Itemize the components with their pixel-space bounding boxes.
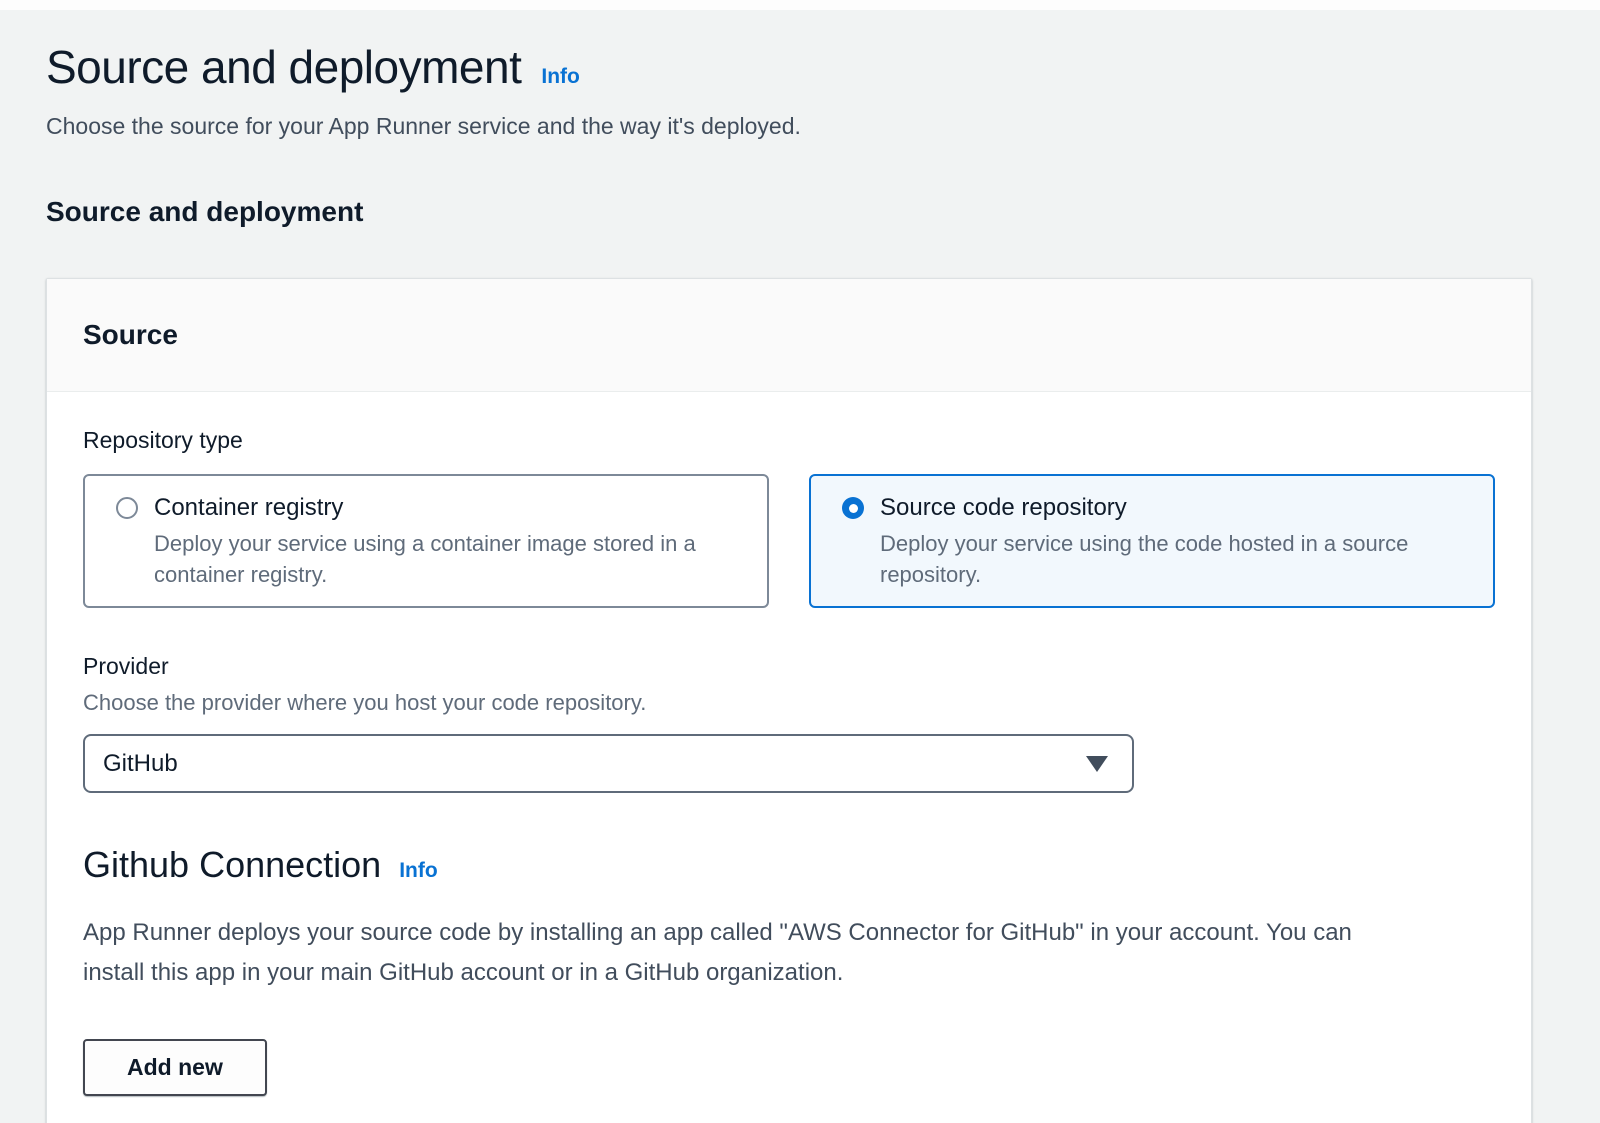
tile-description: Deploy your service using the code hoste… — [880, 528, 1408, 590]
tile-source-code-repository-text: Source code repository Deploy your servi… — [880, 492, 1408, 590]
provider-select[interactable]: GitHub — [83, 734, 1134, 793]
tile-description-line: repository. — [880, 559, 1408, 590]
provider-hint: Choose the provider where you host your … — [83, 688, 1495, 718]
page-content: Source and deployment Info Choose the so… — [0, 10, 1600, 1123]
tile-label: Container registry — [154, 492, 696, 523]
section-heading: Source and deployment — [46, 194, 1532, 230]
tile-description-line: container registry. — [154, 559, 696, 590]
provider-label: Provider — [83, 652, 1495, 680]
provider-select-value: GitHub — [103, 750, 178, 778]
page-title: Source and deployment — [46, 40, 521, 94]
add-new-button[interactable]: Add new — [83, 1039, 267, 1096]
tile-description-line: Deploy your service using a container im… — [154, 528, 696, 559]
radio-selected-icon[interactable] — [842, 497, 864, 519]
tile-description: Deploy your service using a container im… — [154, 528, 696, 590]
page-header: Source and deployment Info — [46, 40, 1532, 94]
source-card-body: Repository type Container registry Deplo… — [47, 392, 1531, 1123]
repository-type-tiles: Container registry Deploy your service u… — [83, 474, 1495, 608]
caret-down-icon — [1086, 756, 1108, 772]
tile-label: Source code repository — [880, 492, 1408, 523]
app-runner-source-page: Source and deployment Info Choose the so… — [0, 0, 1600, 1123]
repository-type-label: Repository type — [83, 426, 1495, 454]
provider-field: Provider Choose the provider where you h… — [83, 652, 1495, 793]
source-card: Source Repository type Container registr… — [46, 278, 1532, 1123]
github-connection-heading: Github Connection — [83, 843, 381, 887]
source-card-header: Source — [47, 279, 1531, 392]
github-connection-description-line: App Runner deploys your source code by i… — [83, 913, 1495, 953]
top-strip — [0, 0, 1600, 10]
source-card-title: Source — [83, 317, 1495, 353]
github-connection-info-link[interactable]: Info — [399, 859, 437, 883]
tile-source-code-repository[interactable]: Source code repository Deploy your servi… — [809, 474, 1495, 608]
page-description: Choose the source for your App Runner se… — [46, 110, 1532, 142]
page-title-info-link[interactable]: Info — [541, 65, 579, 89]
github-connection-description: App Runner deploys your source code by i… — [83, 913, 1495, 993]
github-connection-header: Github Connection Info — [83, 843, 1495, 887]
tile-description-line: Deploy your service using the code hoste… — [880, 528, 1408, 559]
github-connection-section: Github Connection Info App Runner deploy… — [83, 843, 1495, 1096]
github-connection-description-line: install this app in your main GitHub acc… — [83, 953, 1495, 993]
radio-unselected-icon[interactable] — [116, 497, 138, 519]
tile-container-registry[interactable]: Container registry Deploy your service u… — [83, 474, 769, 608]
tile-container-registry-text: Container registry Deploy your service u… — [154, 492, 696, 590]
